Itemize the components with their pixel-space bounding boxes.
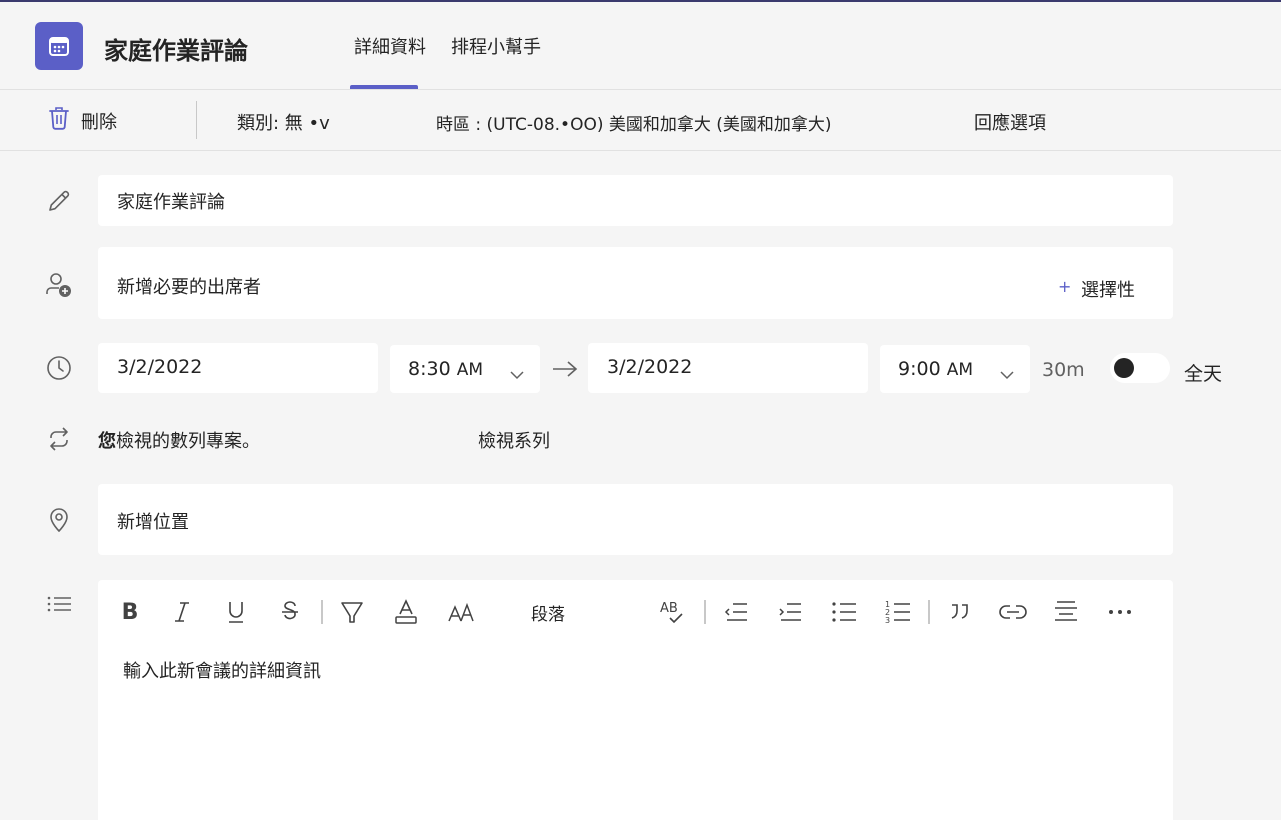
clear-formatting-button[interactable]: AB: [658, 597, 688, 627]
increase-indent-button[interactable]: [776, 597, 804, 627]
timezone-dropdown[interactable]: 時區 : (UTC-08.•OO) 美國和加拿大 (美國和加拿大): [436, 110, 832, 135]
font-color-icon: [395, 599, 417, 624]
numbered-list-icon: 123: [885, 600, 910, 625]
font-color-button[interactable]: [392, 597, 420, 627]
start-date-input[interactable]: 3/2/2022: [98, 343, 378, 393]
underline-icon: [229, 602, 243, 623]
active-tab-indicator: [350, 85, 418, 89]
title-input[interactable]: 家庭作業評論: [98, 175, 1173, 226]
end-time-value: 9:00: [898, 358, 941, 380]
repeat-icon: [44, 424, 74, 454]
end-time-dropdown[interactable]: 9:00 AM: [880, 345, 1030, 393]
end-date-value: 3/2/2022: [607, 356, 693, 378]
attendees-input[interactable]: 新增必要的出席者 + 選擇性: [98, 247, 1173, 319]
header: 家庭作業評論 詳細資料 排程小幫手: [0, 2, 1281, 90]
toggle-knob: [1114, 358, 1134, 378]
font-size-button[interactable]: [446, 597, 476, 627]
bold-button[interactable]: 𝗕: [118, 597, 142, 627]
toolbar-divider: [704, 600, 706, 624]
quote-icon: [951, 604, 968, 619]
end-date-input[interactable]: 3/2/2022: [588, 343, 868, 393]
text-list-icon: [44, 590, 74, 620]
decrease-indent-button[interactable]: [722, 597, 750, 627]
strikethrough-button[interactable]: [278, 597, 302, 627]
location-placeholder: 新增位置: [117, 512, 189, 533]
delete-button[interactable]: 刪除: [47, 105, 117, 136]
duration-label: 30m: [1042, 359, 1085, 381]
align-center-button[interactable]: [1052, 597, 1080, 627]
insert-link-button[interactable]: [998, 597, 1028, 627]
italic-button[interactable]: [170, 597, 194, 627]
svg-text:AB: AB: [660, 601, 678, 616]
start-time-dropdown[interactable]: 8:30 AM: [390, 345, 540, 393]
add-person-icon: [44, 270, 74, 300]
title-input-value: 家庭作業評論: [117, 192, 225, 213]
more-icon: [1109, 610, 1131, 614]
bold-icon: 𝗕: [121, 599, 139, 625]
toolbar-divider: [928, 600, 930, 624]
recurrence-info-text: 檢視的數列專案。: [116, 431, 260, 452]
chevron-down-icon: [510, 363, 524, 385]
increase-indent-icon: [779, 603, 801, 621]
arrow-right-icon: [552, 360, 578, 382]
response-options-button[interactable]: 回應選項: [974, 109, 1046, 135]
optional-attendees-button[interactable]: 選擇性: [1081, 276, 1135, 302]
chevron-down-icon: [1000, 363, 1014, 385]
svg-text:3: 3: [885, 616, 890, 625]
align-center-icon: [1055, 601, 1077, 621]
underline-button[interactable]: [224, 597, 248, 627]
font-size-icon: [448, 602, 474, 622]
details-editor[interactable]: 𝗕 段落 AB 123 輸入此新會議的詳細資訊: [98, 580, 1173, 820]
link-icon: [999, 605, 1027, 619]
view-series-link[interactable]: 檢視系列: [478, 427, 550, 453]
location-input[interactable]: 新增位置: [98, 484, 1173, 555]
tab-scheduling-assistant[interactable]: 排程小幫手: [451, 33, 541, 59]
toolbar: 刪除 類別: 無 •v 時區 : (UTC-08.•OO) 美國和加拿大 (美國…: [0, 91, 1281, 151]
location-pin-icon: [44, 505, 74, 535]
delete-label: 刪除: [81, 111, 117, 133]
toolbar-divider: [196, 101, 197, 139]
start-time-ampm: AM: [456, 360, 484, 380]
paragraph-style-dropdown[interactable]: 段落: [518, 597, 578, 627]
details-placeholder: 輸入此新會議的詳細資訊: [123, 661, 321, 682]
bullet-list-icon: [832, 602, 856, 622]
page-title: 家庭作業評論: [104, 37, 248, 65]
pencil-icon: [44, 186, 74, 216]
more-options-button[interactable]: [1106, 597, 1134, 627]
bullet-list-button[interactable]: [830, 597, 858, 627]
all-day-toggle[interactable]: [1110, 353, 1170, 383]
recurrence-info-bold: 您: [98, 431, 116, 452]
trash-icon: [47, 105, 71, 136]
attendees-placeholder: 新增必要的出席者: [117, 277, 261, 298]
plus-icon: +: [1058, 277, 1072, 296]
tab-details[interactable]: 詳細資料: [354, 33, 426, 59]
quote-button[interactable]: [946, 597, 974, 627]
toolbar-divider: [321, 600, 323, 624]
all-day-label: 全天: [1184, 363, 1223, 385]
highlighter-icon: [341, 602, 363, 623]
clock-icon: [44, 353, 74, 383]
start-time-value: 8:30: [408, 358, 451, 380]
clear-formatting-icon: AB: [660, 601, 683, 624]
category-dropdown[interactable]: 類別: 無 •v: [237, 109, 330, 135]
decrease-indent-icon: [724, 603, 747, 621]
recurrence-info: 您檢視的數列專案。: [98, 427, 260, 453]
strikethrough-icon: [282, 601, 298, 620]
calendar-app-icon: [35, 22, 83, 70]
end-time-ampm: AM: [946, 360, 974, 380]
numbered-list-button[interactable]: 123: [884, 597, 912, 627]
start-date-value: 3/2/2022: [117, 356, 203, 378]
italic-icon: [175, 602, 189, 622]
highlight-button[interactable]: [338, 597, 366, 627]
